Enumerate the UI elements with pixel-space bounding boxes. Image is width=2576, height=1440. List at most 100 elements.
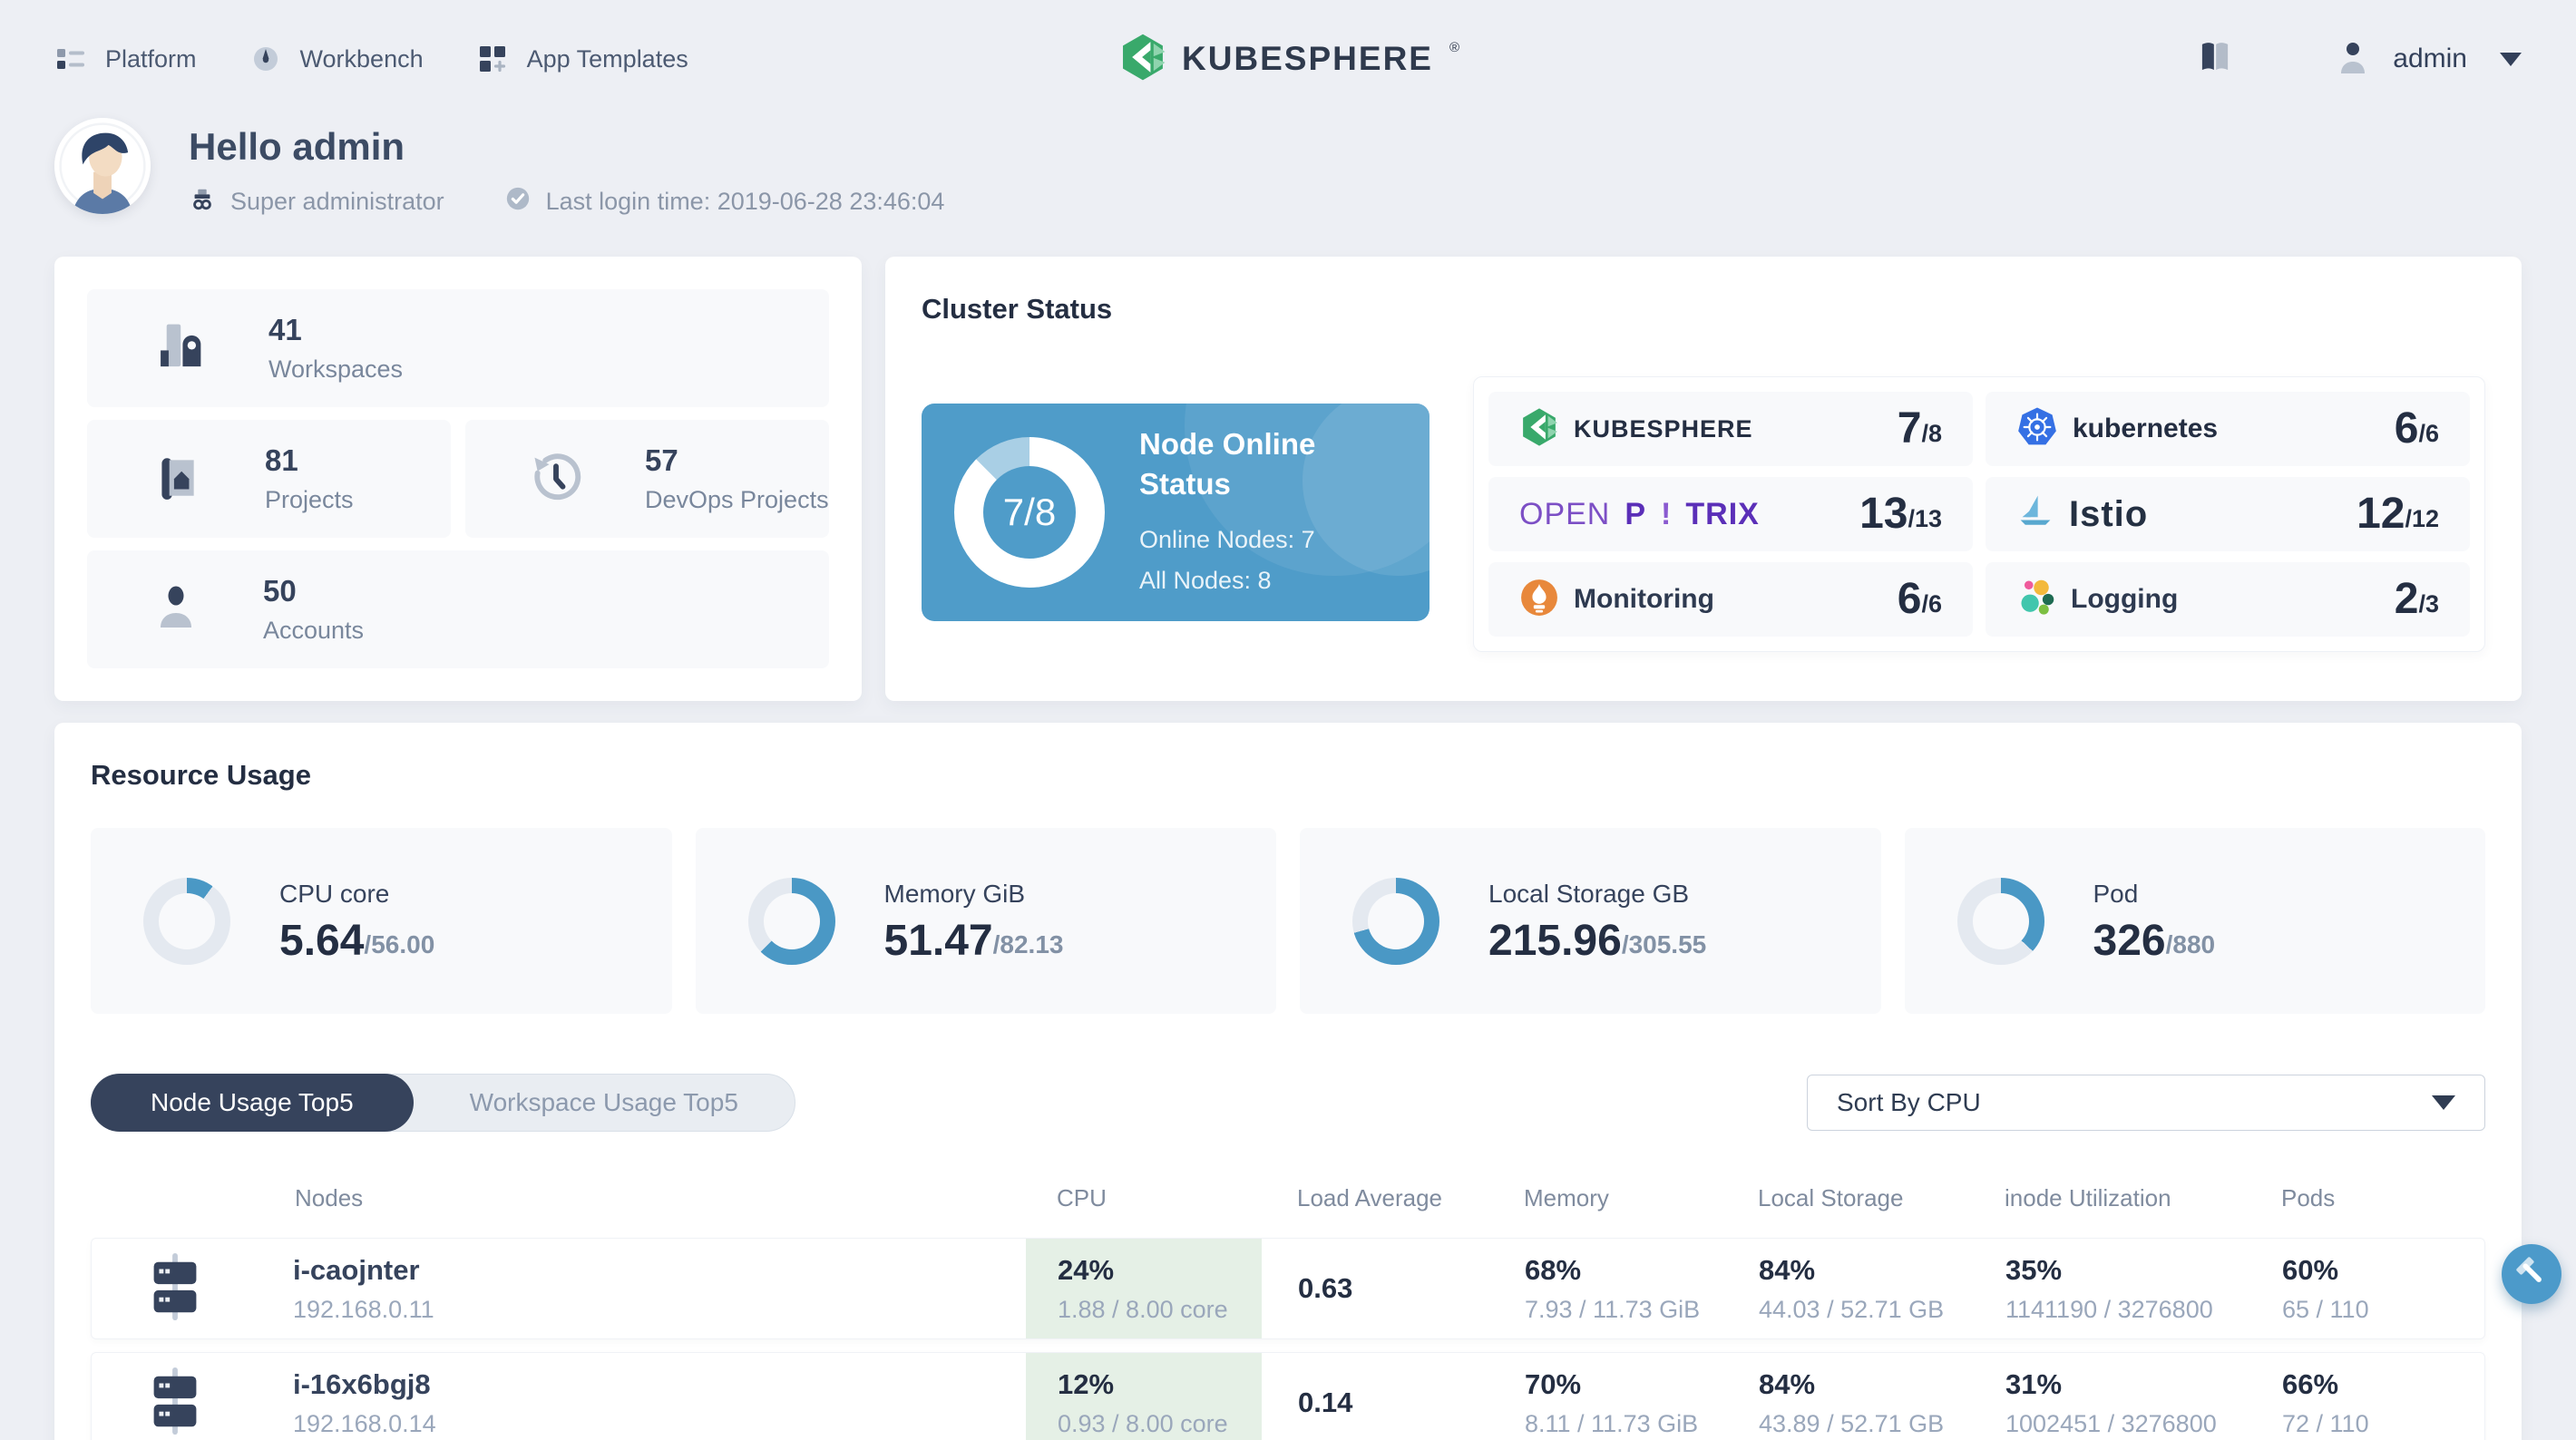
metric-pod: Pod 326 /880 — [1904, 828, 2485, 1014]
table-row[interactable]: i-caojnter 192.168.0.11 24% 1.88 / 8.00 … — [91, 1238, 2485, 1339]
user-menu[interactable]: admin — [2337, 39, 2522, 80]
workspaces-tile[interactable]: 41 Workspaces — [87, 289, 829, 407]
service-logging: Logging 2 /3 — [1986, 562, 2470, 637]
col-nodes: Nodes — [295, 1184, 364, 1211]
table-header: Nodes CPU Load Average Memory Local Stor… — [91, 1163, 2485, 1238]
workspaces-count: 41 — [268, 313, 302, 346]
last-login-label: Last login time: 2019-06-28 23:46:04 — [545, 188, 945, 215]
devops-projects-tile[interactable]: 57 DevOps Projects — [465, 420, 829, 538]
kubesphere-logo[interactable]: KUBESPHERE ® — [1118, 33, 1460, 86]
clock-check-icon — [504, 185, 532, 219]
pods-cell: 66% 72 / 110 — [2246, 1353, 2484, 1440]
devops-history-icon — [529, 450, 583, 509]
storage-detail: 44.03 / 52.71 GB — [1759, 1295, 1945, 1323]
resource-usage-card: Resource Usage CPU core 5.64 /56.00 Memo… — [54, 723, 2522, 1440]
metric-used: 5.64 — [279, 916, 365, 965]
cpu-detail: 1.88 / 8.00 core — [1058, 1295, 1228, 1323]
docs-book-icon[interactable] — [2195, 39, 2235, 80]
metric-used: 326 — [2093, 916, 2166, 965]
memory-detail: 7.93 / 11.73 GiB — [1525, 1295, 1701, 1323]
workspaces-label: Workspaces — [268, 355, 404, 383]
tab-node-usage-top5[interactable]: Node Usage Top5 — [91, 1074, 414, 1132]
memory-cell: 70% 8.11 / 11.73 GiB — [1488, 1353, 1722, 1440]
service-denom: /6 — [1921, 590, 1942, 618]
devops-label: DevOps Projects — [645, 486, 829, 513]
service-monitoring: Monitoring 6 /6 — [1488, 562, 1973, 637]
cpu-cell: 24% 1.88 / 8.00 core — [1026, 1239, 1262, 1338]
node-online-title: Node Online Status — [1139, 426, 1316, 501]
metric-label: Pod — [2093, 879, 2139, 908]
accounts-icon — [151, 580, 201, 639]
nav-item-app-templates[interactable]: App Templates — [476, 43, 688, 75]
service-denom: /6 — [2418, 420, 2439, 447]
service-kubesphere: KUBESPHERE 7 /8 — [1488, 392, 1973, 466]
cluster-status-title: Cluster Status — [922, 293, 1113, 325]
projects-label: Projects — [265, 486, 354, 513]
table-row[interactable]: i-16x6bgj8 192.168.0.14 12% 0.93 / 8.00 … — [91, 1352, 2485, 1440]
node-usage-table: Nodes CPU Load Average Memory Local Stor… — [91, 1163, 2485, 1440]
col-load-average: Load Average — [1297, 1184, 1442, 1211]
cluster-services-panel: KUBESPHERE 7 /8 kubernetes 6 /6 OPEN P !… — [1473, 376, 2485, 652]
service-count: 12 — [2356, 490, 2405, 538]
load-average-value: 0.14 — [1298, 1386, 1353, 1418]
inode-percent: 31% — [2005, 1367, 2063, 1400]
istio-icon — [2016, 493, 2054, 536]
resource-usage-title: Resource Usage — [91, 759, 311, 791]
server-icon — [146, 1366, 204, 1440]
node-ip: 192.168.0.11 — [293, 1295, 434, 1323]
nav-item-label: App Templates — [526, 44, 688, 73]
service-denom: /3 — [2418, 590, 2439, 618]
app-templates-icon — [476, 43, 509, 75]
metric-denom: /880 — [2165, 929, 2216, 958]
avatar — [54, 118, 151, 214]
metric-used: 51.47 — [883, 916, 993, 965]
col-pods: Pods — [2281, 1184, 2336, 1211]
memory-cell: 68% 7.93 / 11.73 GiB — [1488, 1239, 1722, 1338]
col-inode-utilization: inode Utilization — [2005, 1184, 2171, 1211]
toolbox-fab-button[interactable] — [2502, 1244, 2561, 1304]
openpitrix-logo: OPEN P! TRIX — [1519, 496, 1760, 531]
nav-item-label: Platform — [105, 44, 197, 73]
usage-tabs: Node Usage Top5 Workspace Usage Top5 — [91, 1074, 795, 1132]
tab-workspace-usage-top5[interactable]: Workspace Usage Top5 — [414, 1088, 795, 1117]
page-title: Hello admin — [189, 125, 405, 168]
logo-text: KUBESPHERE — [1181, 40, 1433, 77]
platform-icon — [54, 43, 87, 75]
metric-label: Memory GiB — [883, 879, 1026, 908]
storage-donut — [1352, 877, 1439, 965]
prometheus-monitoring-icon — [1519, 578, 1559, 622]
last-login: Last login time: 2019-06-28 23:46:04 — [504, 185, 945, 219]
nav-item-workbench[interactable]: Workbench — [249, 43, 424, 75]
cpu-detail: 0.93 / 8.00 core — [1058, 1409, 1228, 1437]
user-role: Super administrator — [189, 185, 444, 219]
node-name: i-16x6bgj8 — [293, 1367, 431, 1400]
col-cpu: CPU — [1057, 1184, 1107, 1211]
online-nodes-label: Online Nodes: 7 — [1139, 526, 1315, 553]
storage-detail: 43.89 / 52.71 GB — [1759, 1409, 1945, 1437]
cpu-donut — [143, 877, 230, 965]
logo-registered-mark: ® — [1449, 39, 1460, 55]
projects-count: 81 — [265, 443, 298, 477]
cluster-status-card: Cluster Status 7/8 Node Online Status On… — [885, 257, 2522, 701]
service-count: 6 — [2394, 404, 2419, 452]
pods-detail: 72 / 110 — [2282, 1409, 2369, 1437]
workbench-icon — [249, 43, 282, 75]
nav-item-platform[interactable]: Platform — [54, 43, 197, 75]
pods-percent: 60% — [2282, 1253, 2339, 1286]
user-icon — [2337, 39, 2369, 80]
col-memory: Memory — [1524, 1184, 1609, 1211]
projects-icon — [151, 450, 203, 509]
service-count: 7 — [1897, 404, 1922, 452]
cpu-cell: 12% 0.93 / 8.00 core — [1026, 1353, 1262, 1440]
all-nodes-label: All Nodes: 8 — [1139, 566, 1272, 594]
service-name: kubernetes — [2073, 414, 2219, 443]
accounts-tile[interactable]: 50 Accounts — [87, 550, 829, 668]
inode-detail: 1141190 / 3276800 — [2005, 1295, 2213, 1323]
projects-tile[interactable]: 81 Projects — [87, 420, 451, 538]
sort-by-dropdown[interactable]: Sort By CPU — [1807, 1075, 2485, 1131]
memory-detail: 8.11 / 11.73 GiB — [1525, 1409, 1699, 1437]
service-denom: /8 — [1921, 420, 1942, 447]
memory-percent: 70% — [1525, 1367, 1582, 1400]
pod-donut — [1956, 877, 2044, 965]
metric-denom: /305.55 — [1621, 929, 1707, 958]
